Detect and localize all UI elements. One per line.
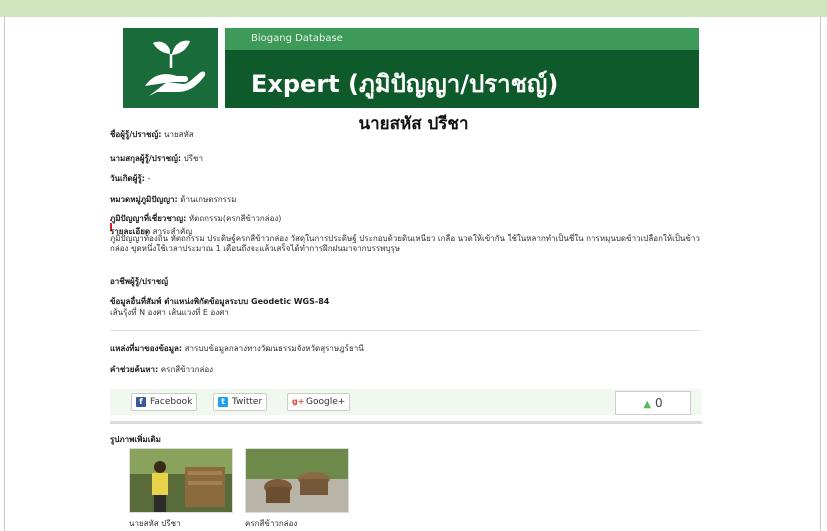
twitter-icon: t [218,397,228,407]
db-label: Biogang Database [251,33,343,44]
top-bar [0,0,827,17]
facebook-share-button[interactable]: f Facebook [131,393,198,411]
name-value: นายสหัส [164,130,194,139]
name-row: ชื่อผู้รู้/ปราชญ์: นายสหัส [110,128,194,141]
birth-label: วันเกิดผู้รู้: [110,174,145,183]
facebook-label: Facebook [150,397,193,407]
surname-row: นามสกุลผู้รู้/ปราชญ์: ปรีชา [110,152,203,165]
name-label: ชื่อผู้รู้/ปราชญ์: [110,130,162,139]
photo-caption-1: นายสหัส ปรีชา [129,519,181,528]
photos-heading: รูปภาพเพิ่มเติม [110,435,161,444]
person-photo-image [130,449,232,512]
keyword-value: ครกสีข้าวกล่อง [160,365,214,374]
wisdom-row: ภูมิปัญญาที่เชี่ยวชาญ: หัตถกรรม(ครกสีข้า… [110,212,281,225]
photo-person[interactable] [129,448,233,513]
hand-leaf-icon [145,40,206,96]
category-label: หมวดหมู่ภูมิปัญญา: [110,195,178,204]
twitter-share-button[interactable]: t Twitter [213,393,268,411]
like-button[interactable]: ▲ 0 [615,391,691,415]
google-label: Google+ [306,397,346,407]
birth-value: - [147,174,151,183]
occupation-label: อาชีพผู้รู้/ปราชญ์ [110,277,169,286]
wisdom-label: ภูมิปัญญาที่เชี่ยวชาญ: [110,214,187,223]
photo-mortar[interactable] [245,448,349,513]
thumbs-up-icon: ▲ [643,399,652,410]
geo-label: ข้อมูลอื่นที่สัมพ์ ตำแหน่งพิกัดข้อมูลระบ… [110,297,330,306]
birth-row: วันเกิดผู้รู้: - [110,172,150,185]
like-count: 0 [655,396,663,410]
section-divider [110,421,702,424]
surname-label: นามสกุลผู้รู้/ปราชญ์: [110,154,182,163]
detail-text: ภูมิปัญญาท้องถิ่น หัตถกรรม ประดิษฐ์ครกสี… [110,234,700,253]
site-logo[interactable] [123,28,218,108]
keyword-label: คำช่วยค้นหา: [110,365,159,374]
db-label-bar: Biogang Database [225,28,699,50]
source-value: สารบบข้อมูลกลางทางวัฒนธรรมจังหวัดสุราษฎร… [184,344,364,353]
occupation-row: อาชีพผู้รู้/ปราชญ์ [110,275,168,288]
wisdom-value: หัตถกรรม(ครกสีข้าวกล่อง) [188,214,282,223]
category-row: หมวดหมู่ภูมิปัญญา: ด้านเกษตรกรรม [110,193,237,206]
share-bar: f Facebook t Twitter g+ Google+ ▲ 0 [110,389,702,415]
photo-caption-2: ครกสีข้าวกล่อง [245,519,298,528]
surname-value: ปรีชา [183,154,203,163]
source-label: แหล่งที่มาของข้อมูล: [110,344,183,353]
divider [110,330,700,331]
page-heading: Expert (ภูมิปัญญา/ปราชญ์) [251,70,559,98]
heading-bar: Expert (ภูมิปัญญา/ปราชญ์) [225,50,699,108]
facebook-icon: f [136,397,146,407]
twitter-label: Twitter [232,397,263,407]
category-value: ด้านเกษตรกรรม [180,195,237,204]
keyword-row: คำช่วยค้นหา: ครกสีข้าวกล่อง [110,363,213,376]
header-banner: Biogang Database Expert (ภูมิปัญญา/ปราชญ… [123,28,699,108]
mortar-photo-image [246,449,348,512]
google-share-button[interactable]: g+ Google+ [287,393,351,411]
geo-value: เส้นรุ้งที่ N องศา เส้นแวงที่ E องศา [110,308,229,317]
google-plus-icon: g+ [292,397,305,407]
source-row: แหล่งที่มาของข้อมูล: สารบบข้อมูลกลางทางว… [110,342,364,355]
